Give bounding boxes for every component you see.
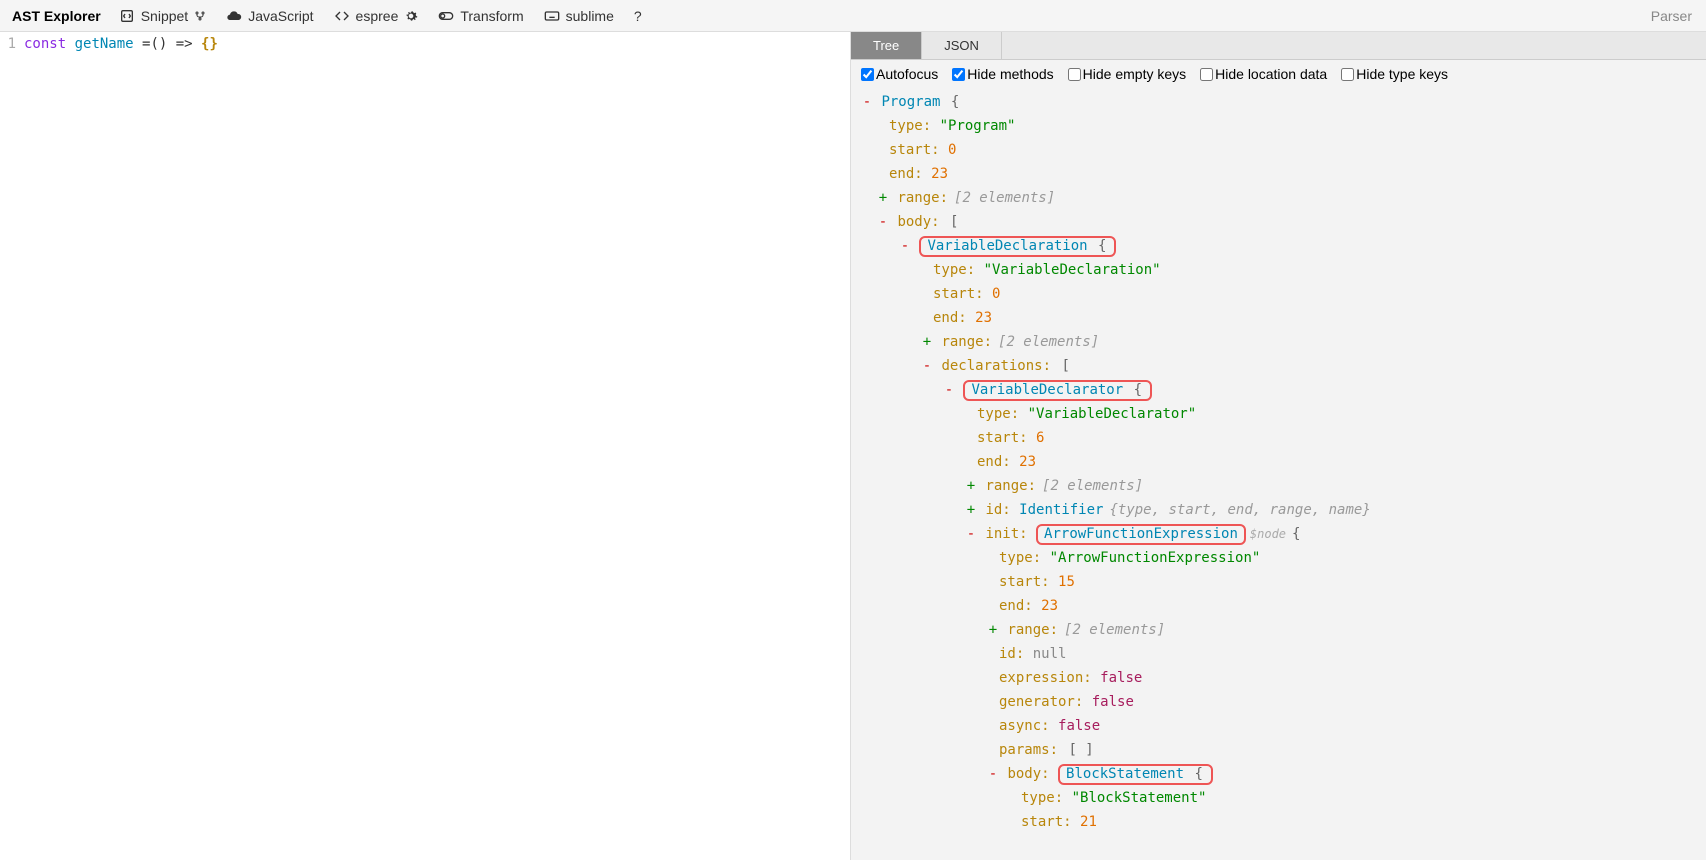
ast-node: BlockStatement (1066, 766, 1184, 782)
snippet-icon (119, 8, 135, 24)
code-icon (334, 8, 350, 24)
ast-node: VariableDeclarator (971, 382, 1123, 398)
collapse-toggle[interactable]: - (899, 234, 911, 258)
collapse-toggle[interactable]: - (861, 90, 873, 114)
opt-hide-methods[interactable]: Hide methods (952, 66, 1053, 82)
tab-json[interactable]: JSON (922, 32, 1002, 59)
code-editor[interactable]: 1 const getName =() => {} (0, 32, 850, 860)
right-label: Parser (1651, 8, 1700, 24)
opt-hide-empty[interactable]: Hide empty keys (1068, 66, 1186, 82)
opt-hide-type[interactable]: Hide type keys (1341, 66, 1448, 82)
output-pane: Tree JSON Autofocus Hide methods Hide em… (850, 32, 1706, 860)
expand-toggle[interactable]: + (965, 498, 977, 522)
code-content: const getName =() => {} (24, 36, 218, 52)
main: 1 const getName =() => {} Tree JSON Auto… (0, 32, 1706, 860)
collapse-toggle[interactable]: - (877, 210, 889, 234)
transform-menu[interactable]: Transform (430, 0, 531, 31)
toolbar: AST Explorer Snippet JavaScript espree T… (0, 0, 1706, 32)
keyboard-icon (544, 8, 560, 24)
expand-toggle[interactable]: + (921, 330, 933, 354)
cloud-icon (226, 8, 242, 24)
hide-type-checkbox[interactable] (1341, 68, 1354, 81)
toggle-icon (438, 8, 454, 24)
hide-methods-checkbox[interactable] (952, 68, 965, 81)
code-line: 1 const getName =() => {} (0, 36, 850, 52)
collapse-toggle[interactable]: - (921, 354, 933, 378)
collapse-toggle[interactable]: - (965, 522, 977, 546)
expand-toggle[interactable]: + (987, 618, 999, 642)
tree-options: Autofocus Hide methods Hide empty keys H… (851, 60, 1706, 88)
ast-node[interactable]: Identifier (1019, 502, 1103, 518)
output-tabs: Tree JSON (851, 32, 1706, 60)
language-label: JavaScript (248, 8, 313, 24)
tab-tree[interactable]: Tree (851, 32, 922, 59)
collapse-toggle[interactable]: - (987, 762, 999, 786)
parser-label: espree (356, 8, 399, 24)
snippet-label: Snippet (141, 8, 188, 24)
transform-label: Transform (460, 8, 523, 24)
parser-menu[interactable]: espree (326, 0, 427, 31)
expand-toggle[interactable]: + (877, 186, 889, 210)
line-number: 1 (0, 36, 24, 52)
brand[interactable]: AST Explorer (6, 8, 107, 24)
help-button[interactable]: ? (626, 0, 650, 31)
highlighted-node[interactable]: VariableDeclarator { (963, 380, 1152, 401)
language-menu[interactable]: JavaScript (218, 0, 321, 31)
opt-hide-loc[interactable]: Hide location data (1200, 66, 1327, 82)
highlighted-node[interactable]: VariableDeclaration { (919, 236, 1116, 257)
gear-icon (404, 9, 418, 23)
hide-empty-checkbox[interactable] (1068, 68, 1081, 81)
highlighted-node[interactable]: ArrowFunctionExpression (1036, 524, 1246, 545)
keymap-label: sublime (566, 8, 614, 24)
autofocus-checkbox[interactable] (861, 68, 874, 81)
ast-node[interactable]: Program (881, 94, 940, 110)
highlighted-node[interactable]: BlockStatement { (1058, 764, 1213, 785)
branch-icon (194, 10, 206, 22)
snippet-menu[interactable]: Snippet (111, 0, 214, 31)
hide-loc-checkbox[interactable] (1200, 68, 1213, 81)
opt-autofocus[interactable]: Autofocus (861, 66, 938, 82)
ast-node: VariableDeclaration (927, 238, 1087, 254)
keymap-menu[interactable]: sublime (536, 0, 622, 31)
expand-toggle[interactable]: + (965, 474, 977, 498)
ast-tree[interactable]: - Program { type: "Program" start: 0 end… (851, 88, 1706, 860)
help-label: ? (634, 8, 642, 24)
ast-node: ArrowFunctionExpression (1044, 526, 1238, 542)
collapse-toggle[interactable]: - (943, 378, 955, 402)
